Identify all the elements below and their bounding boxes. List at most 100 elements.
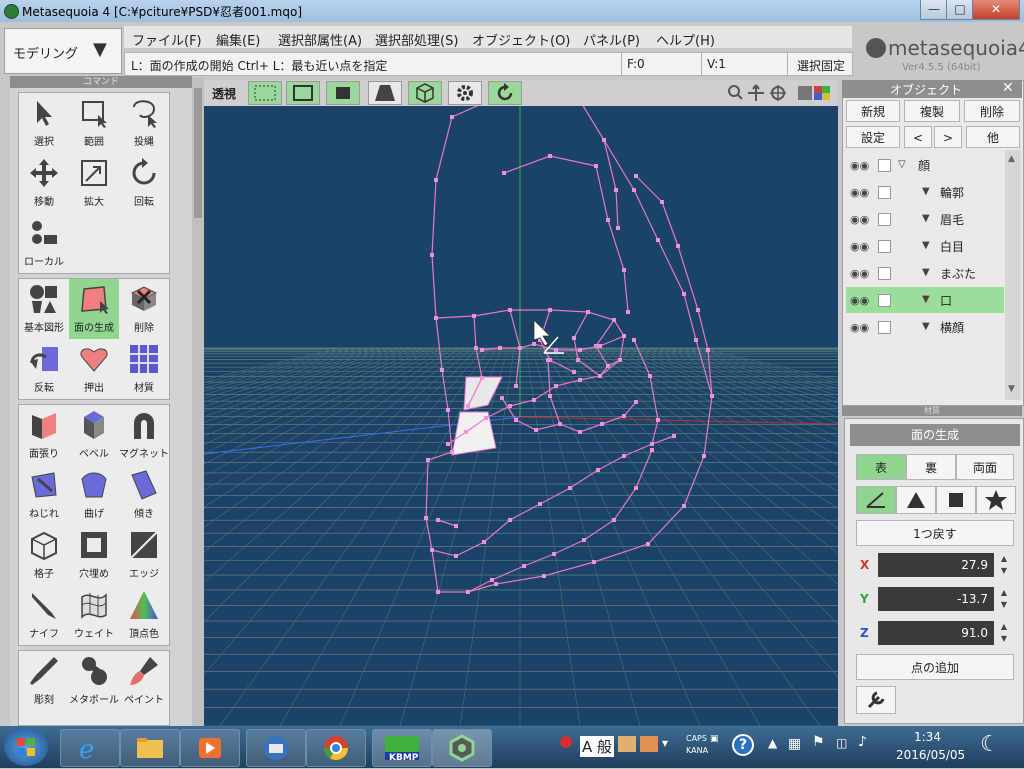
- object-next-button[interactable]: >: [934, 126, 962, 148]
- material-panel-collapsed[interactable]: 材質: [842, 406, 1022, 416]
- object-row-selected[interactable]: ◉◉ ▼ 口: [846, 287, 1004, 313]
- wireframe-cube-button[interactable]: [408, 81, 442, 105]
- taskbar-ie[interactable]: e: [60, 729, 120, 767]
- ime-options-icon[interactable]: ▾: [662, 736, 678, 752]
- network-icon[interactable]: ◫: [836, 736, 847, 750]
- side-front-button[interactable]: 表: [856, 454, 906, 480]
- tool-lasso[interactable]: 投縄: [119, 93, 169, 153]
- visibility-eye-icon[interactable]: ◉◉: [850, 321, 869, 334]
- tool-edge[interactable]: エッジ: [119, 525, 169, 585]
- tool-flip[interactable]: 反転: [19, 339, 69, 399]
- show-hidden-icons-icon[interactable]: ▲: [768, 736, 777, 750]
- tool-bevel[interactable]: ベベル: [69, 405, 119, 465]
- menu-panel[interactable]: パネル(P): [583, 30, 640, 49]
- face-display-button[interactable]: [326, 81, 360, 105]
- vertex-display-button[interactable]: [248, 81, 282, 105]
- background-display-button[interactable]: [368, 81, 402, 105]
- lock-checkbox[interactable]: [878, 294, 891, 307]
- undo-one-button[interactable]: 1つ戻す: [856, 520, 1014, 546]
- 3d-viewport[interactable]: [204, 80, 838, 726]
- z-spinner[interactable]: ▲ ▼: [996, 621, 1012, 645]
- ime-tool-icon[interactable]: [640, 736, 658, 752]
- ime-indicator[interactable]: A 般: [580, 736, 615, 757]
- taskbar-media[interactable]: [180, 729, 240, 767]
- side-both-button[interactable]: 両面: [956, 454, 1014, 480]
- tool-local[interactable]: ローカル: [19, 213, 69, 273]
- wire-display-button[interactable]: [286, 81, 320, 105]
- tool-twist[interactable]: ねじれ: [19, 465, 69, 525]
- action-center-flag-icon[interactable]: ⚑: [812, 734, 825, 750]
- visibility-eye-icon[interactable]: ◉◉: [850, 267, 869, 280]
- new-object-button[interactable]: 新規: [846, 100, 900, 122]
- collapse-triangle-icon[interactable]: ▼: [922, 213, 930, 224]
- y-spinner[interactable]: ▲ ▼: [996, 587, 1012, 611]
- object-row[interactable]: ◉◉ ▼ まぶた: [846, 260, 1004, 286]
- shape-triangle-button[interactable]: [896, 486, 936, 514]
- collapse-triangle-icon[interactable]: ▼: [922, 186, 930, 197]
- tool-primitive[interactable]: 基本図形: [19, 279, 69, 339]
- visibility-eye-icon[interactable]: ◉◉: [850, 213, 869, 226]
- object-row[interactable]: ◉◉ ▼ 眉毛: [846, 206, 1004, 232]
- tool-paint[interactable]: ペイント: [119, 651, 169, 711]
- maximize-button[interactable]: □: [946, 0, 974, 20]
- taskbar-explorer[interactable]: [120, 729, 180, 767]
- lock-checkbox[interactable]: [878, 159, 891, 172]
- lock-checkbox[interactable]: [878, 240, 891, 253]
- tool-knife[interactable]: ナイフ: [19, 585, 69, 645]
- taskbar-kbmp[interactable]: KBMP: [372, 729, 432, 767]
- toolbox-scrollbar[interactable]: [192, 78, 204, 726]
- taskbar-chrome[interactable]: [306, 729, 366, 767]
- tool-options-button[interactable]: [856, 686, 896, 714]
- add-point-button[interactable]: 点の追加: [856, 654, 1014, 680]
- tool-face-stretch[interactable]: 面張り: [19, 405, 69, 465]
- tool-sculpt[interactable]: 彫刻: [19, 651, 69, 711]
- moon-icon[interactable]: ☾: [980, 732, 1000, 757]
- ime-dictionary-icon[interactable]: [618, 736, 636, 752]
- object-settings-button[interactable]: 設定: [846, 126, 900, 148]
- scroll-down-icon[interactable]: ▼: [1008, 384, 1015, 394]
- minimize-button[interactable]: —: [920, 0, 948, 20]
- close-icon[interactable]: ✕: [1002, 80, 1014, 96]
- tool-fill-hole[interactable]: 穴埋め: [69, 525, 119, 585]
- tool-lattice[interactable]: 格子: [19, 525, 69, 585]
- restore-icon[interactable]: ▣: [710, 734, 719, 744]
- menu-edit[interactable]: 編集(E): [216, 30, 260, 49]
- tool-move[interactable]: 移動: [19, 153, 69, 213]
- windows-flag-icon[interactable]: ▦: [788, 736, 801, 752]
- menu-selection-attr[interactable]: 選択部属性(A): [278, 30, 362, 49]
- tool-material[interactable]: 材質: [119, 339, 169, 399]
- shape-star-button[interactable]: [976, 486, 1016, 514]
- menu-object[interactable]: オブジェクト(O): [472, 30, 570, 49]
- side-back-button[interactable]: 裏: [906, 454, 956, 480]
- perspective-toggle[interactable]: 透視: [212, 85, 236, 102]
- object-other-button[interactable]: 他: [966, 126, 1020, 148]
- x-spinner[interactable]: ▲ ▼: [996, 553, 1012, 577]
- object-row[interactable]: ◉◉ ▼ 輪郭: [846, 179, 1004, 205]
- tool-rotate[interactable]: 回転: [119, 153, 169, 213]
- tool-range[interactable]: 範囲: [69, 93, 119, 153]
- collapse-triangle-icon[interactable]: ▽: [898, 159, 906, 170]
- tray-notify-icon[interactable]: [560, 736, 572, 748]
- tool-select[interactable]: 選択: [19, 93, 69, 153]
- taskbar-metasequoia[interactable]: [432, 729, 492, 767]
- tool-bend[interactable]: 曲げ: [69, 465, 119, 525]
- object-row[interactable]: ◉◉ ▼ 白目: [846, 233, 1004, 259]
- object-row[interactable]: ◉◉ ▼ 横顔: [846, 314, 1004, 340]
- shape-square-button[interactable]: [936, 486, 976, 514]
- collapse-triangle-icon[interactable]: ▼: [922, 240, 930, 251]
- speaker-icon[interactable]: ♪: [858, 734, 867, 750]
- visibility-eye-icon[interactable]: ◉◉: [850, 159, 869, 172]
- shape-angle-button[interactable]: [856, 486, 896, 514]
- object-prev-button[interactable]: <: [904, 126, 932, 148]
- lock-checkbox[interactable]: [878, 267, 891, 280]
- tool-magnet[interactable]: マグネット: [119, 405, 169, 465]
- help-icon[interactable]: ?: [732, 734, 754, 756]
- clock-date[interactable]: 2016/05/05: [896, 748, 965, 762]
- start-button[interactable]: [4, 728, 48, 766]
- z-coordinate-field[interactable]: 91.0: [878, 621, 994, 645]
- mesh-canvas[interactable]: [204, 80, 838, 726]
- lock-checkbox[interactable]: [878, 213, 891, 226]
- tool-extrude[interactable]: 押出: [69, 339, 119, 399]
- visibility-eye-icon[interactable]: ◉◉: [850, 186, 869, 199]
- scrollbar-thumb[interactable]: [194, 88, 202, 218]
